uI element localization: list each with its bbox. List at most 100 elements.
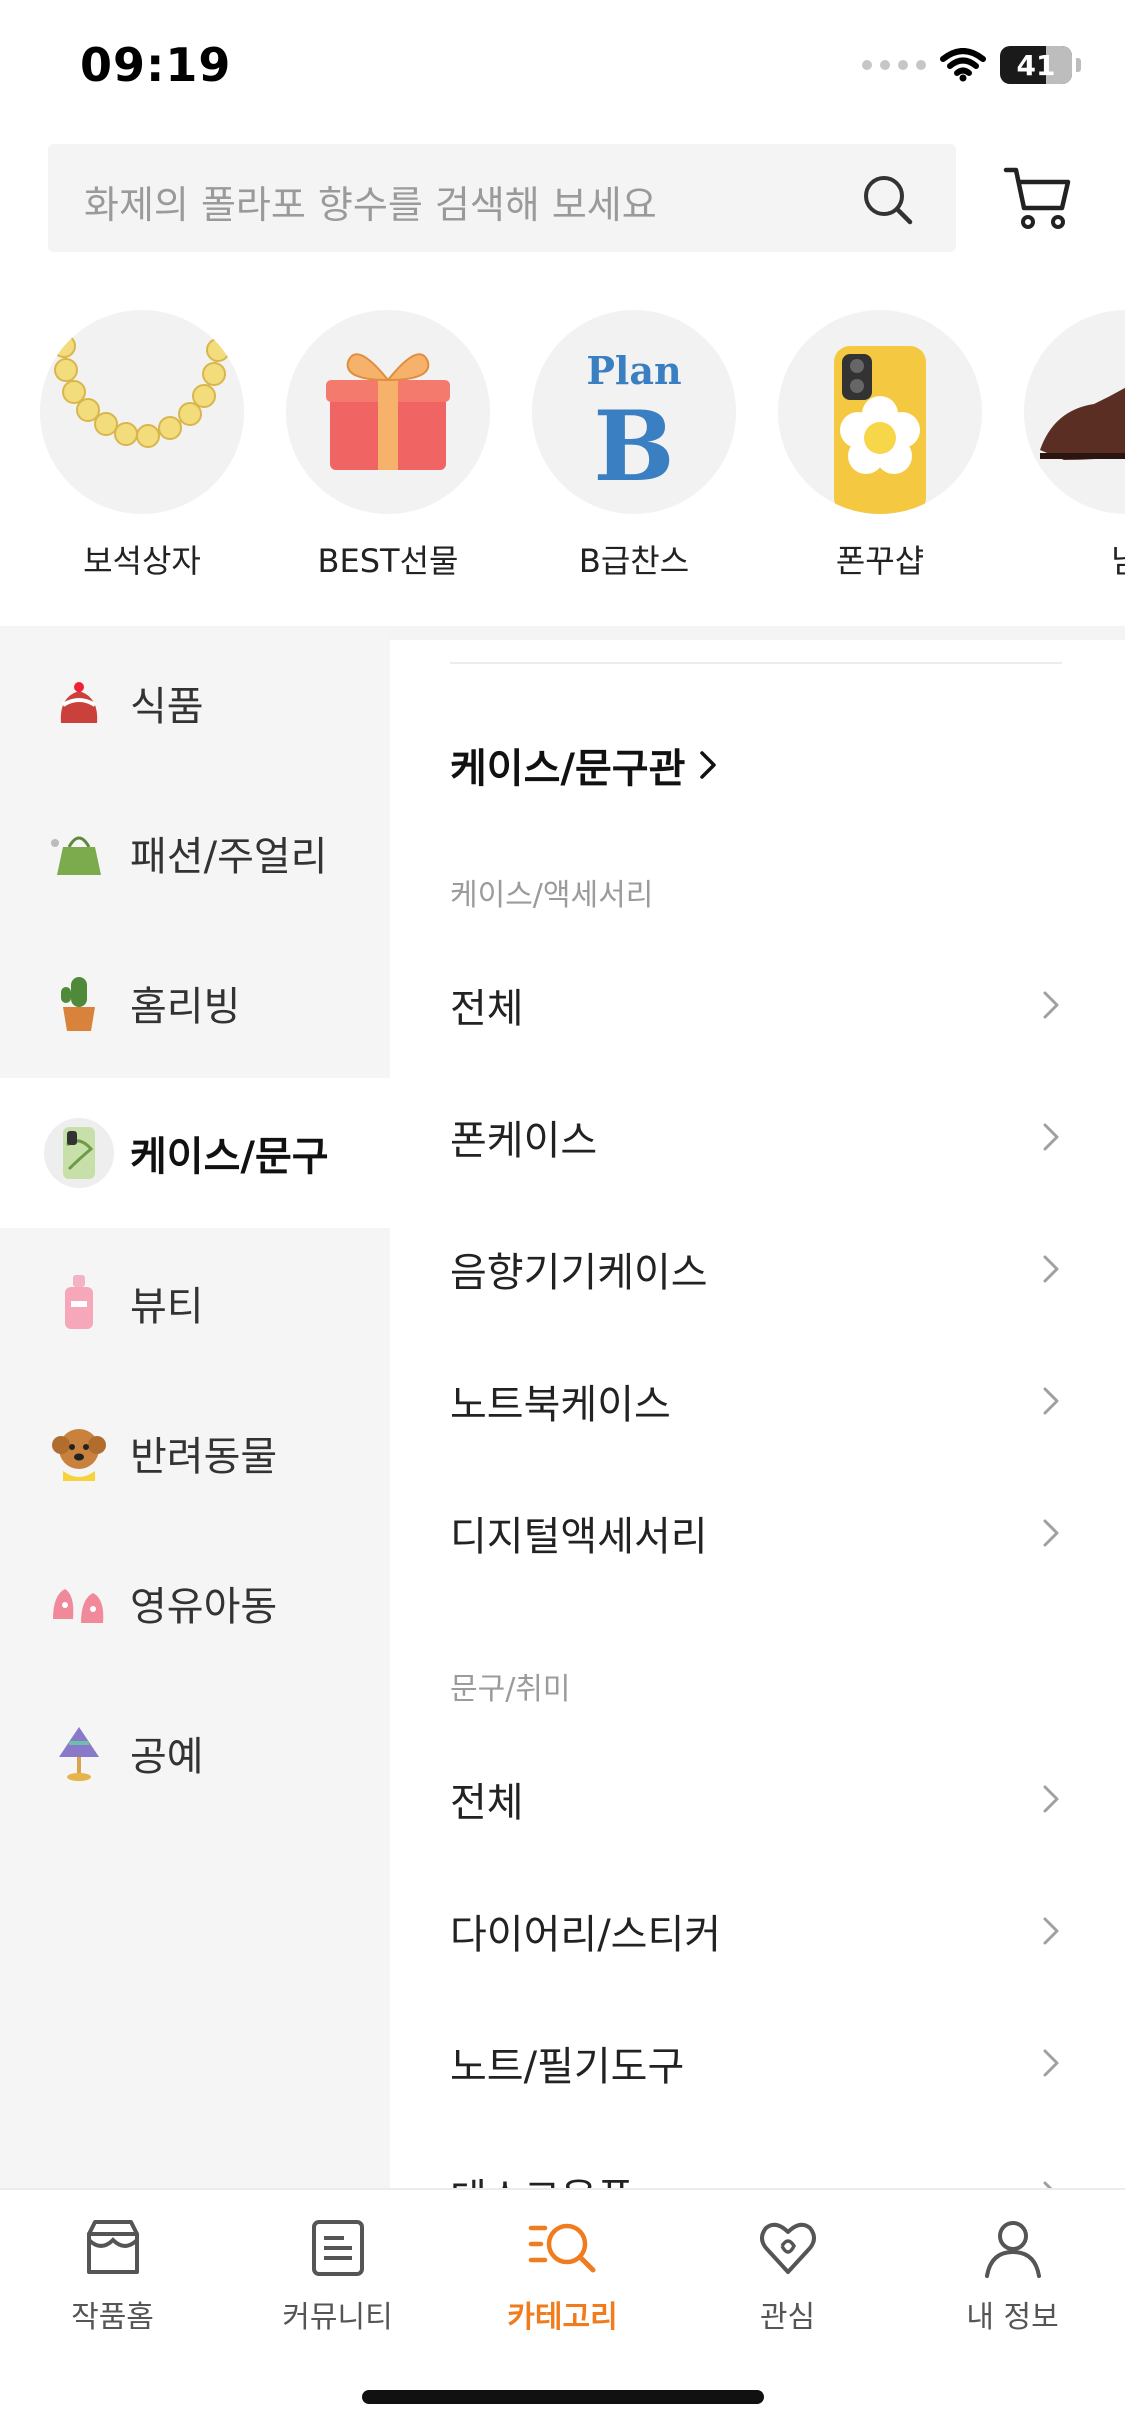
quick-category-label: 폰꾸샵: [835, 542, 925, 580]
plan-b-logo-top: Plan: [586, 348, 681, 393]
chevron-right-icon: [1043, 1387, 1059, 1415]
subcategory-label: 노트/필기도구: [450, 2044, 685, 2090]
plan-b-logo-bottom: B: [593, 390, 674, 503]
category-item-kids[interactable]: 영유아동: [0, 1528, 390, 1678]
category-item-food[interactable]: 식품: [0, 628, 390, 778]
battery-icon: 41: [1000, 46, 1072, 84]
category-label: 뷰티: [130, 1284, 204, 1330]
subcategory-row[interactable]: 다이어리/스티커: [450, 1886, 1062, 1976]
necklace-icon: [40, 310, 244, 514]
category-label: 패션/주얼리: [130, 834, 328, 880]
chevron-right-icon: [1043, 1123, 1059, 1151]
tab-community[interactable]: 커뮤니티: [225, 2216, 450, 2336]
quick-category-label: 남: [1024, 536, 1125, 582]
search-placeholder: 화제의 폴라포 향수를 검색해 보세요: [84, 183, 657, 227]
subcategory-label: 전체: [450, 986, 524, 1032]
home-indicator: [362, 2390, 764, 2404]
category-label: 영유아동: [130, 1584, 278, 1630]
subcategory-row[interactable]: 디지털액세서리: [450, 1488, 1062, 1578]
subcategory-row[interactable]: 전체: [450, 1754, 1062, 1844]
quick-category-men[interactable]: 남: [1024, 310, 1125, 582]
category-label: 케이스/문구: [130, 1134, 329, 1180]
battery-level: 41: [1016, 48, 1056, 82]
search-icon[interactable]: [860, 172, 916, 228]
subcategory-row[interactable]: 노트북케이스: [450, 1356, 1062, 1446]
category-detail-panel: 케이스/문구관 케이스/액세서리 전체 폰케이스 음향기기케이스 노트북케이스 …: [390, 640, 1125, 2188]
subcategory-label: 데스크용품: [450, 2166, 634, 2188]
cactus-pot-icon: [44, 968, 114, 1038]
status-time: 09:19: [80, 38, 232, 92]
category-item-home-living[interactable]: 홈리빙: [0, 928, 390, 1078]
shoe-icon: [1024, 310, 1125, 514]
cake-icon: [44, 668, 114, 738]
subcategory-row[interactable]: 노트/필기도구: [450, 2018, 1062, 2108]
tab-label: 작품홈: [71, 2300, 154, 2335]
subcategory-label: 음향기기케이스: [450, 1250, 708, 1296]
category-label: 식품: [130, 684, 204, 730]
chevron-right-icon: [1043, 1785, 1059, 1813]
subcategory-label: 디지털액세서리: [450, 1514, 708, 1560]
subcategory-label: 전체: [450, 1780, 524, 1826]
cart-icon[interactable]: [1002, 162, 1074, 232]
subcategory-row[interactable]: 데스크용품: [450, 2150, 1062, 2188]
plan-b-logo: Plan B: [532, 310, 736, 514]
divider: [450, 662, 1062, 664]
category-sidebar: 식품 패션/주얼리 홈리빙 케이스/문구 뷰티 반려동물 영유아동 공예: [0, 628, 390, 2188]
status-indicators: 41: [862, 46, 1081, 84]
handbag-icon: [44, 818, 114, 888]
dog-icon: [44, 1418, 114, 1488]
tab-label: 커뮤니티: [282, 2300, 393, 2335]
tab-home[interactable]: 작품홈: [0, 2216, 225, 2336]
profile-icon: [984, 2221, 1041, 2278]
tab-profile[interactable]: 내 정보: [900, 2216, 1125, 2336]
phone-case-icon: [778, 310, 982, 514]
category-item-pets[interactable]: 반려동물: [0, 1378, 390, 1528]
community-icon: [311, 2220, 364, 2276]
section-title: 케이스/문구관: [450, 746, 686, 792]
category-label: 홈리빙: [130, 984, 241, 1030]
category-item-beauty[interactable]: 뷰티: [0, 1228, 390, 1378]
wifi-icon: [940, 48, 986, 82]
quick-category-label: BEST선물: [317, 542, 459, 580]
subcategory-label: 다이어리/스티커: [450, 1912, 722, 1958]
subcategory-label: 노트북케이스: [450, 1382, 671, 1428]
category-item-case-stationery[interactable]: 케이스/문구: [0, 1078, 390, 1228]
tab-label: 관심: [759, 2300, 816, 2335]
quick-category-b-chance[interactable]: Plan B B급찬스: [532, 310, 736, 582]
subcategory-row[interactable]: 전체: [450, 960, 1062, 1050]
quick-category-phone-deco[interactable]: 폰꾸샵: [778, 310, 982, 582]
tab-label: 내 정보: [966, 2300, 1059, 2335]
gift-box-icon: [286, 310, 490, 514]
search-input[interactable]: 화제의 폴라포 향수를 검색해 보세요: [48, 144, 956, 252]
tab-category[interactable]: 카테고리: [450, 2216, 675, 2336]
subcategory-row[interactable]: 음향기기케이스: [450, 1224, 1062, 1314]
chevron-right-icon: [700, 751, 717, 779]
section-title-link[interactable]: 케이스/문구관: [450, 736, 717, 794]
tab-favorites[interactable]: 관심: [675, 2216, 900, 2336]
subcategory-label: 폰케이스: [450, 1118, 598, 1164]
quick-category-label: B급찬스: [578, 542, 690, 580]
category-label: 반려동물: [130, 1434, 278, 1480]
signal-icon: [862, 60, 926, 70]
quick-category-best-gift[interactable]: BEST선물: [286, 310, 490, 582]
tab-label: 카테고리: [507, 2300, 618, 2335]
baby-shoes-icon: [44, 1568, 114, 1638]
category-search-icon: [528, 2223, 595, 2273]
store-icon: [86, 2220, 139, 2274]
chevron-right-icon: [1043, 1519, 1059, 1547]
category-label: 공예: [130, 1734, 204, 1780]
quick-category-row: 보석상자 BEST선물 Plan B B급찬스 폰꾸샵: [0, 310, 1125, 610]
category-item-crafts[interactable]: 공예: [0, 1678, 390, 1828]
heart-icon: [759, 2222, 816, 2274]
category-item-fashion[interactable]: 패션/주얼리: [0, 778, 390, 928]
subcategory-row[interactable]: 폰케이스: [450, 1092, 1062, 1182]
group-label: 문구/취미: [450, 1672, 571, 1707]
phone-case-icon: [44, 1118, 114, 1188]
perfume-icon: [44, 1268, 114, 1338]
group-label: 케이스/액세서리: [450, 878, 654, 913]
status-bar: 09:19 41: [0, 0, 1125, 132]
chevron-right-icon: [1043, 1255, 1059, 1283]
chevron-right-icon: [1043, 1917, 1059, 1945]
chevron-right-icon: [1043, 991, 1059, 1019]
quick-category-jewelry-box[interactable]: 보석상자: [40, 310, 244, 582]
